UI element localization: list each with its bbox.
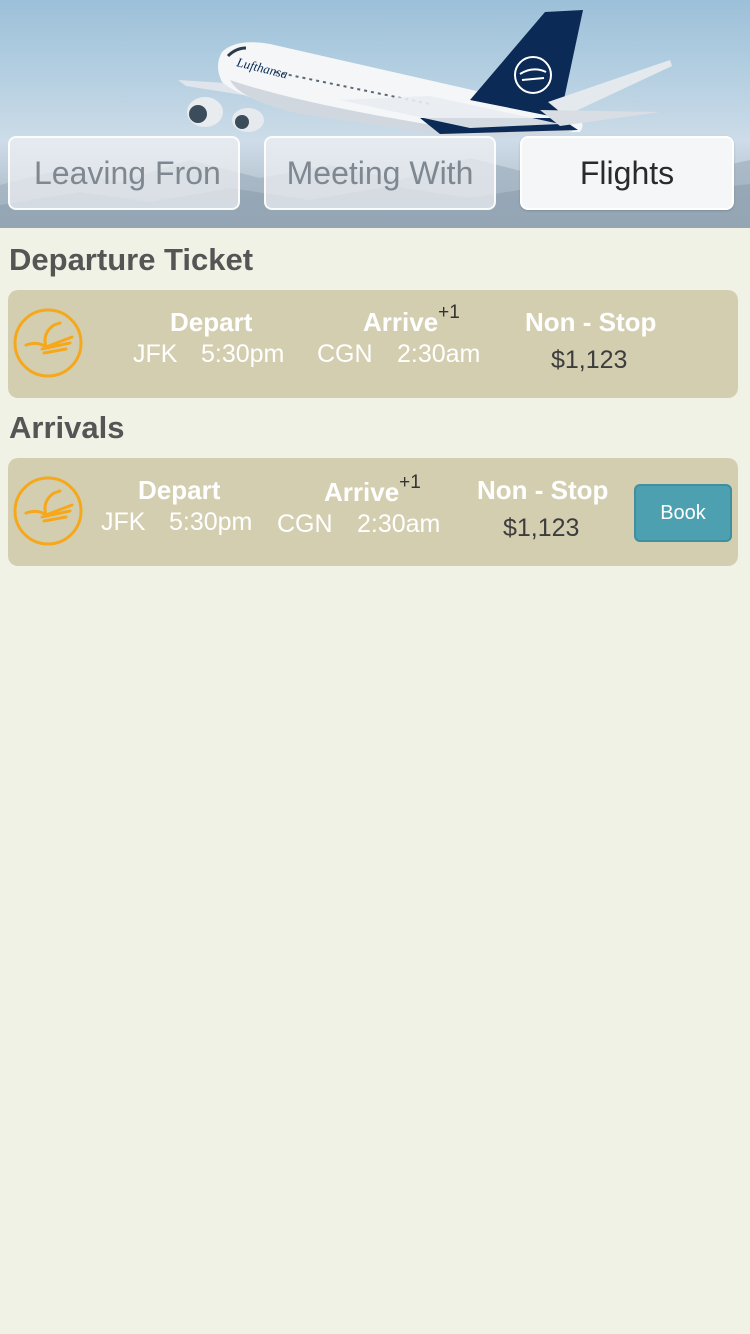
arrive-time: 2:30am xyxy=(397,340,481,368)
tab-meeting-with[interactable]: Meeting With xyxy=(264,136,496,210)
arrive-time: 2:30am xyxy=(357,510,441,538)
arrive-label-text: Arrive xyxy=(324,477,400,507)
depart-label: Depart xyxy=(170,307,253,337)
tab-flights[interactable]: Flights xyxy=(520,136,734,210)
origin-airport: JFK xyxy=(133,340,178,368)
arrive-label: Arrive+1 xyxy=(324,473,421,508)
tab-flights-label: Flights xyxy=(579,154,675,191)
departure-flight-card[interactable]: Depart JFK 5:30pm Arrive+1 CGN 2:30am No… xyxy=(8,290,738,398)
stops-label: Non - Stop xyxy=(525,307,657,337)
book-button[interactable]: Book xyxy=(634,484,732,542)
arrive-label: Arrive+1 xyxy=(363,303,460,338)
flight-price: $1,123 xyxy=(551,346,628,374)
book-button-label: Book xyxy=(660,501,706,524)
arrive-label-text: Arrive xyxy=(363,307,439,337)
arrival-flight-card[interactable]: Depart JFK 5:30pm Arrive+1 CGN 2:30am No… xyxy=(8,458,738,566)
day-offset-badge: +1 xyxy=(438,302,460,324)
stops-label: Non - Stop xyxy=(477,475,609,505)
destination-airport: CGN xyxy=(277,510,333,538)
arrivals-section-title: Arrivals xyxy=(9,410,125,445)
day-offset-badge: +1 xyxy=(399,472,421,494)
crane-logo-icon xyxy=(13,476,83,546)
depart-time: 5:30pm xyxy=(201,340,285,368)
tab-leaving-from[interactable]: Leaving Fron xyxy=(8,136,240,210)
departure-section-title: Departure Ticket xyxy=(9,242,254,277)
tab-meeting-with-label: Meeting With xyxy=(286,154,474,191)
tab-leaving-from-label: Leaving Fron xyxy=(34,154,221,191)
flight-price: $1,123 xyxy=(503,514,580,542)
origin-airport: JFK xyxy=(101,508,146,536)
destination-airport: CGN xyxy=(317,340,373,368)
depart-time: 5:30pm xyxy=(169,508,253,536)
crane-logo-icon xyxy=(13,308,83,378)
depart-label: Depart xyxy=(138,475,221,505)
